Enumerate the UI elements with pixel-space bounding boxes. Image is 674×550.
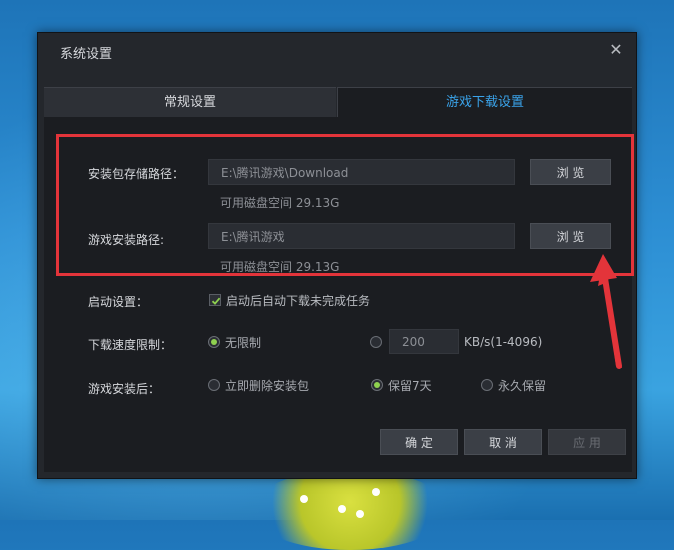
highlight-frame (56, 134, 634, 276)
wallpaper-petal (372, 488, 380, 496)
speed-unit-label: KB/s(1-4096) (464, 335, 543, 349)
auto-download-checkbox[interactable] (209, 294, 221, 306)
apply-button[interactable]: 应 用 (548, 429, 626, 455)
wallpaper-petal (356, 510, 364, 518)
speed-limit-label: 下载速度限制： (88, 338, 173, 352)
checkmark-icon (211, 297, 221, 305)
keep-forever-label[interactable]: 永久保留 (498, 377, 546, 394)
speed-limit-radio[interactable] (370, 336, 382, 348)
desktop-wallpaper-flower (250, 470, 450, 550)
delete-package-radio[interactable] (208, 379, 220, 391)
after-install-label: 游戏安装后： (88, 382, 161, 396)
speed-limit-input[interactable]: 200 (389, 329, 459, 354)
dialog-titlebar[interactable]: 系统设置 ✕ (38, 33, 636, 69)
keep-forever-radio[interactable] (481, 379, 493, 391)
tab-game-download-settings[interactable]: 游戏下载设置 (337, 87, 632, 117)
wallpaper-petal (338, 505, 346, 513)
tab-general-settings[interactable]: 常规设置 (44, 87, 336, 117)
keep-7-days-radio[interactable] (371, 379, 383, 391)
confirm-button[interactable]: 确 定 (380, 429, 458, 455)
speed-unlimited-radio[interactable] (208, 336, 220, 348)
dialog-title: 系统设置 (60, 47, 113, 62)
auto-download-label[interactable]: 启动后自动下载未完成任务 (226, 292, 370, 309)
close-icon[interactable]: ✕ (606, 40, 626, 60)
startup-settings-label: 启动设置： (88, 295, 149, 309)
keep-7-days-label[interactable]: 保留7天 (388, 377, 432, 394)
settings-tabs: 常规设置 游戏下载设置 (44, 87, 632, 117)
speed-unlimited-label[interactable]: 无限制 (225, 334, 261, 351)
cancel-button[interactable]: 取 消 (464, 429, 542, 455)
wallpaper-petal (300, 495, 308, 503)
delete-package-label[interactable]: 立即删除安装包 (225, 377, 309, 394)
